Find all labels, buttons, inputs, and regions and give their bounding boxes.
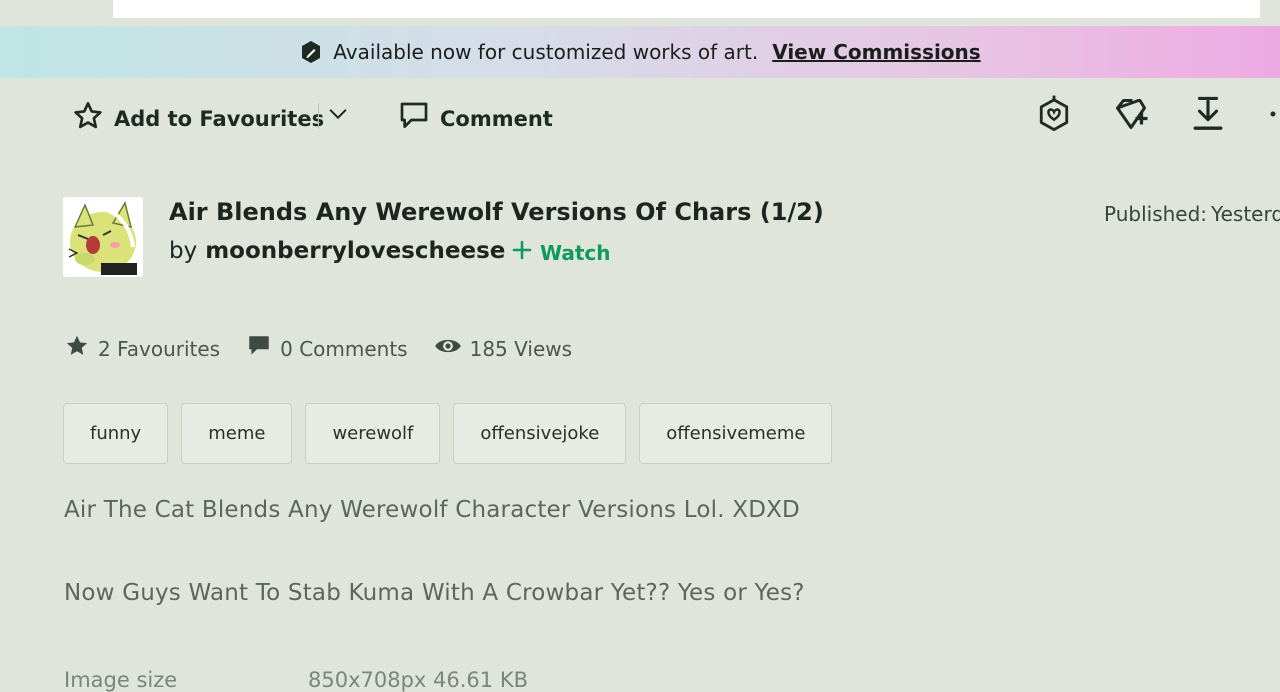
author-link[interactable]: moonberrylovescheese (205, 238, 505, 264)
top-strip (0, 0, 1280, 26)
byline: by moonberrylovescheese (169, 238, 505, 264)
stats-row: 2 Favourites 0 Comments 185 Views (64, 332, 598, 365)
comment-button[interactable]: Comment (398, 100, 553, 137)
more-options-button[interactable] (1252, 94, 1280, 138)
tag-meme[interactable]: meme (181, 403, 293, 464)
star-icon (64, 333, 90, 364)
image-details: Image size 850x708px 46.61 KB (64, 668, 528, 692)
tag-offensivejoke[interactable]: offensivejoke (453, 403, 627, 464)
watch-button[interactable]: Watch (512, 240, 611, 265)
published-date: Published: Yesterd (1104, 202, 1280, 226)
published-value: Yesterd (1211, 202, 1280, 226)
tag-funny[interactable]: funny (63, 403, 169, 464)
author-avatar[interactable] (63, 197, 143, 277)
favourite-options-button[interactable] (318, 94, 358, 138)
add-to-collection-icon (1113, 96, 1149, 136)
published-label: Published: (1104, 202, 1208, 226)
action-bar: Add to Favourites Comment (0, 92, 1280, 140)
comments-count: 0 Comments (280, 336, 408, 361)
image-size-label: Image size (64, 668, 178, 692)
download-icon (1191, 95, 1225, 137)
eye-icon (434, 332, 462, 365)
commission-banner: Available now for customized works of ar… (0, 26, 1280, 78)
download-button[interactable] (1188, 94, 1228, 138)
by-label: by (169, 238, 198, 264)
add-to-collection-button[interactable] (1111, 94, 1151, 138)
star-outline-icon (72, 100, 104, 137)
deviation-title: Air Blends Any Werewolf Versions Of Char… (169, 198, 824, 226)
more-icon (1256, 104, 1276, 128)
favourites-count: 2 Favourites (98, 336, 221, 361)
gift-badge-icon (1037, 94, 1071, 138)
watch-label: Watch (540, 240, 611, 265)
add-to-favourites-button[interactable]: Add to Favourites (72, 100, 324, 137)
description-line: Now Guys Want To Stab Kuma With A Crowba… (64, 580, 805, 606)
tag-list: funny meme werewolf offensivejoke offens… (63, 403, 833, 464)
comment-icon (246, 333, 272, 364)
views-count: 185 Views (469, 336, 573, 361)
give-badge-button[interactable] (1034, 94, 1074, 138)
tag-offensivememe[interactable]: offensivememe (639, 403, 833, 464)
commission-badge-icon (299, 40, 323, 64)
description-line: Air The Cat Blends Any Werewolf Characte… (64, 497, 800, 523)
comments-stat: 0 Comments (246, 333, 408, 364)
tag-werewolf[interactable]: werewolf (305, 403, 441, 464)
views-stat: 185 Views (434, 332, 572, 365)
comment-label: Comment (440, 106, 553, 131)
favourites-stat: 2 Favourites (64, 333, 220, 364)
chevron-down-icon (327, 103, 349, 129)
view-commissions-link[interactable]: View Commissions (772, 40, 981, 64)
banner-text: Available now for customized works of ar… (333, 40, 759, 64)
image-size-value: 850x708px 46.61 KB (308, 668, 528, 692)
top-white-panel (113, 0, 1260, 18)
comment-bubble-icon (398, 100, 430, 137)
add-to-favourites-label: Add to Favourites (114, 106, 325, 131)
plus-icon (512, 240, 532, 265)
